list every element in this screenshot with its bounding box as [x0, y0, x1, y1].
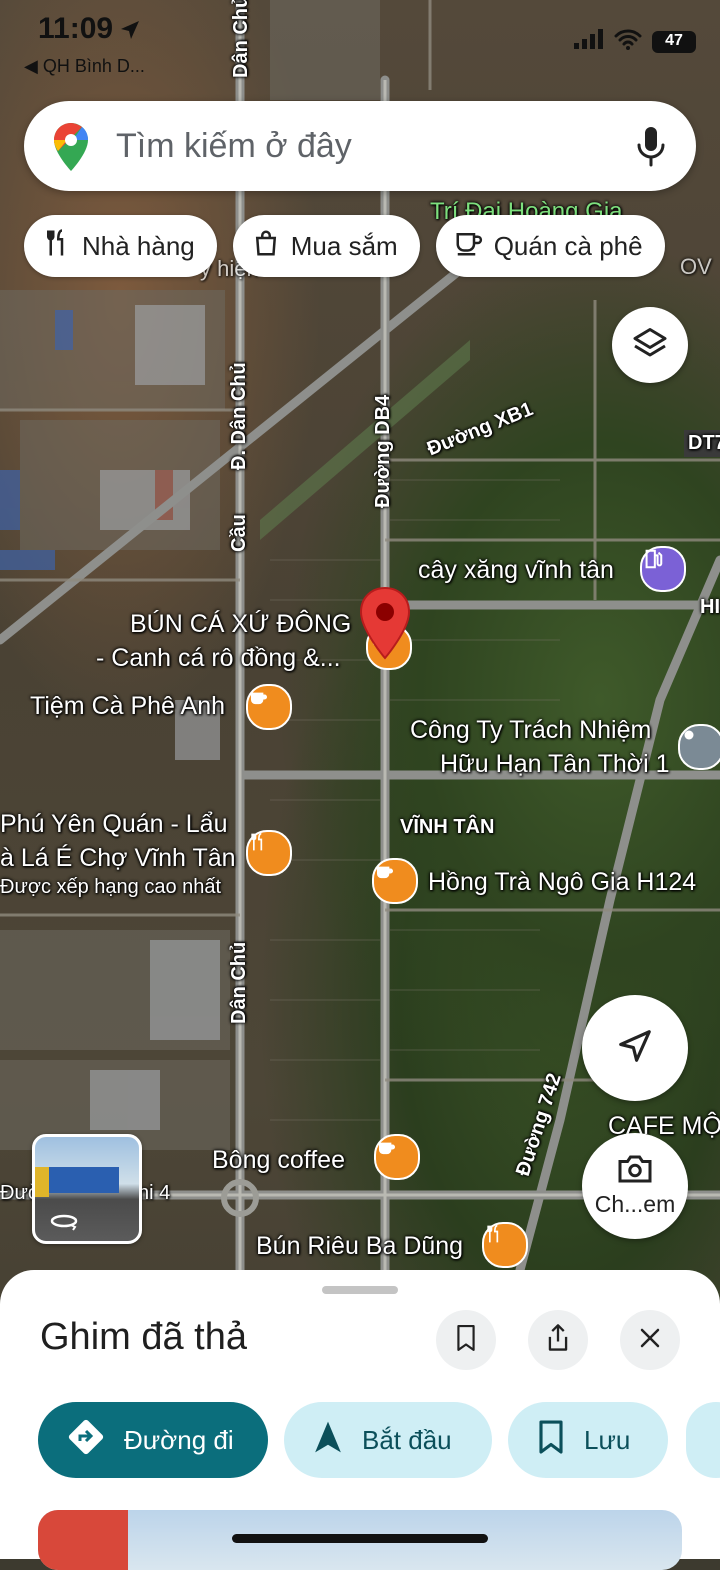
gas-station-icon[interactable] — [640, 546, 686, 592]
place-label[interactable]: Bún Riêu Ba Dũng — [256, 1232, 463, 1261]
sheet-drag-handle[interactable] — [322, 1286, 398, 1294]
chip-restaurants[interactable]: Nhà hàng — [24, 215, 217, 277]
layers-button[interactable] — [612, 307, 688, 383]
cellular-signal-icon — [574, 29, 604, 54]
home-indicator[interactable] — [232, 1534, 488, 1543]
back-to-app-link[interactable]: ◀ QH Bình D... — [24, 56, 145, 77]
status-icons: 47 — [574, 28, 696, 55]
road-label: ni 4 — [138, 1182, 171, 1204]
chip-shopping[interactable]: Mua sắm — [232, 215, 420, 277]
place-label[interactable]: - Canh cá rô đồng &... — [96, 644, 341, 673]
place-label[interactable]: Bông coffee — [212, 1146, 345, 1175]
place-sheet[interactable]: Ghim đã thả Đường đi Bắt đầu Lưu — [0, 1270, 720, 1570]
maps-logo-icon — [52, 121, 90, 178]
navigation-arrow-icon — [616, 1027, 654, 1070]
road-label: Đ. Dân Chủ — [228, 362, 250, 470]
bookmark-icon — [453, 1323, 479, 1358]
share-button[interactable] — [528, 1310, 588, 1370]
shopping-bag-icon — [251, 228, 281, 265]
coffee-icon[interactable] — [246, 684, 292, 730]
place-label: OV — [680, 254, 712, 279]
place-label[interactable]: Công Ty Trách Nhiệm — [410, 716, 651, 745]
photo-sign — [38, 1510, 128, 1570]
close-button[interactable] — [620, 1310, 680, 1370]
road-label: HI — [700, 596, 720, 618]
my-location-button[interactable] — [582, 995, 688, 1101]
location-arrow-icon — [118, 18, 142, 47]
more-actions-button[interactable] — [686, 1402, 720, 1478]
coffee-icon[interactable] — [374, 1134, 420, 1180]
road-label: DT74 — [684, 430, 720, 457]
share-icon — [544, 1323, 572, 1358]
start-button[interactable]: Bắt đầu — [284, 1402, 492, 1478]
road-label: Cầu — [228, 514, 250, 552]
layers-icon — [632, 325, 668, 366]
road-label: Dân Chủ — [228, 941, 250, 1024]
coffee-icon — [454, 228, 484, 265]
street-view-pole — [35, 1167, 49, 1197]
bookmark-icon — [536, 1419, 566, 1462]
category-chips: Nhà hàng Mua sắm Quán cà phê — [24, 215, 665, 277]
restaurant-icon — [42, 228, 72, 265]
place-label[interactable]: Hữu Hạn Tân Thời 1 — [440, 750, 670, 779]
street-view-thumbnail[interactable] — [32, 1134, 142, 1244]
coffee-icon[interactable] — [372, 858, 418, 904]
road-label: Đường DB4 — [372, 394, 394, 508]
button-label: Bắt đầu — [362, 1424, 452, 1455]
place-label[interactable]: cây xăng vĩnh tân — [418, 556, 614, 585]
chip-label: Mua sắm — [290, 230, 398, 261]
status-bar: 11:09 ◀ QH Bình D... 47 — [0, 0, 720, 90]
chip-coffee[interactable]: Quán cà phê — [435, 215, 665, 277]
wifi-icon — [614, 28, 642, 55]
battery-level: 47 — [665, 31, 683, 49]
navigation-arrow-icon — [312, 1419, 344, 1462]
directions-button[interactable]: Đường đi — [38, 1402, 268, 1478]
close-icon — [638, 1326, 662, 1355]
lens-search-button[interactable]: Ch...em — [582, 1133, 688, 1239]
save-icon-button[interactable] — [436, 1310, 496, 1370]
directions-icon — [66, 1417, 106, 1464]
restaurant-icon[interactable] — [482, 1222, 528, 1268]
place-rating-label: Được xếp hạng cao nhất — [0, 876, 222, 898]
place-label[interactable]: Phú Yên Quán - Lẩu — [0, 810, 228, 839]
rotate-360-icon — [49, 1211, 79, 1236]
camera-search-icon — [617, 1154, 653, 1189]
place-label[interactable]: Tiệm Cà Phê Anh — [30, 692, 225, 721]
place-pin-icon[interactable] — [678, 724, 720, 770]
save-button[interactable]: Lưu — [508, 1402, 668, 1478]
battery-icon: 47 — [652, 30, 696, 53]
button-label: Đường đi — [124, 1424, 234, 1455]
search-input[interactable]: Tìm kiếm ở đây — [116, 127, 352, 166]
sheet-title: Ghim đã thả — [40, 1316, 247, 1358]
place-label[interactable]: Hồng Trà Ngô Gia H124 — [428, 868, 696, 897]
chip-label: Quán cà phê — [493, 230, 643, 261]
lens-label: Ch...em — [594, 1191, 676, 1217]
place-label[interactable]: à Lá É Chợ Vĩnh Tân — [0, 844, 236, 873]
microphone-icon[interactable] — [636, 125, 666, 172]
status-time: 11:09 — [38, 12, 114, 45]
restaurant-icon[interactable] — [246, 830, 292, 876]
button-label: Lưu — [584, 1424, 631, 1455]
search-bar[interactable]: Tìm kiếm ở đây — [24, 101, 696, 191]
area-label: VĨNH TÂN — [400, 816, 495, 838]
place-label[interactable]: BÚN CÁ XỨ ĐÔNG — [130, 610, 351, 639]
street-view-sign — [49, 1167, 119, 1193]
chip-label: Nhà hàng — [82, 230, 195, 261]
